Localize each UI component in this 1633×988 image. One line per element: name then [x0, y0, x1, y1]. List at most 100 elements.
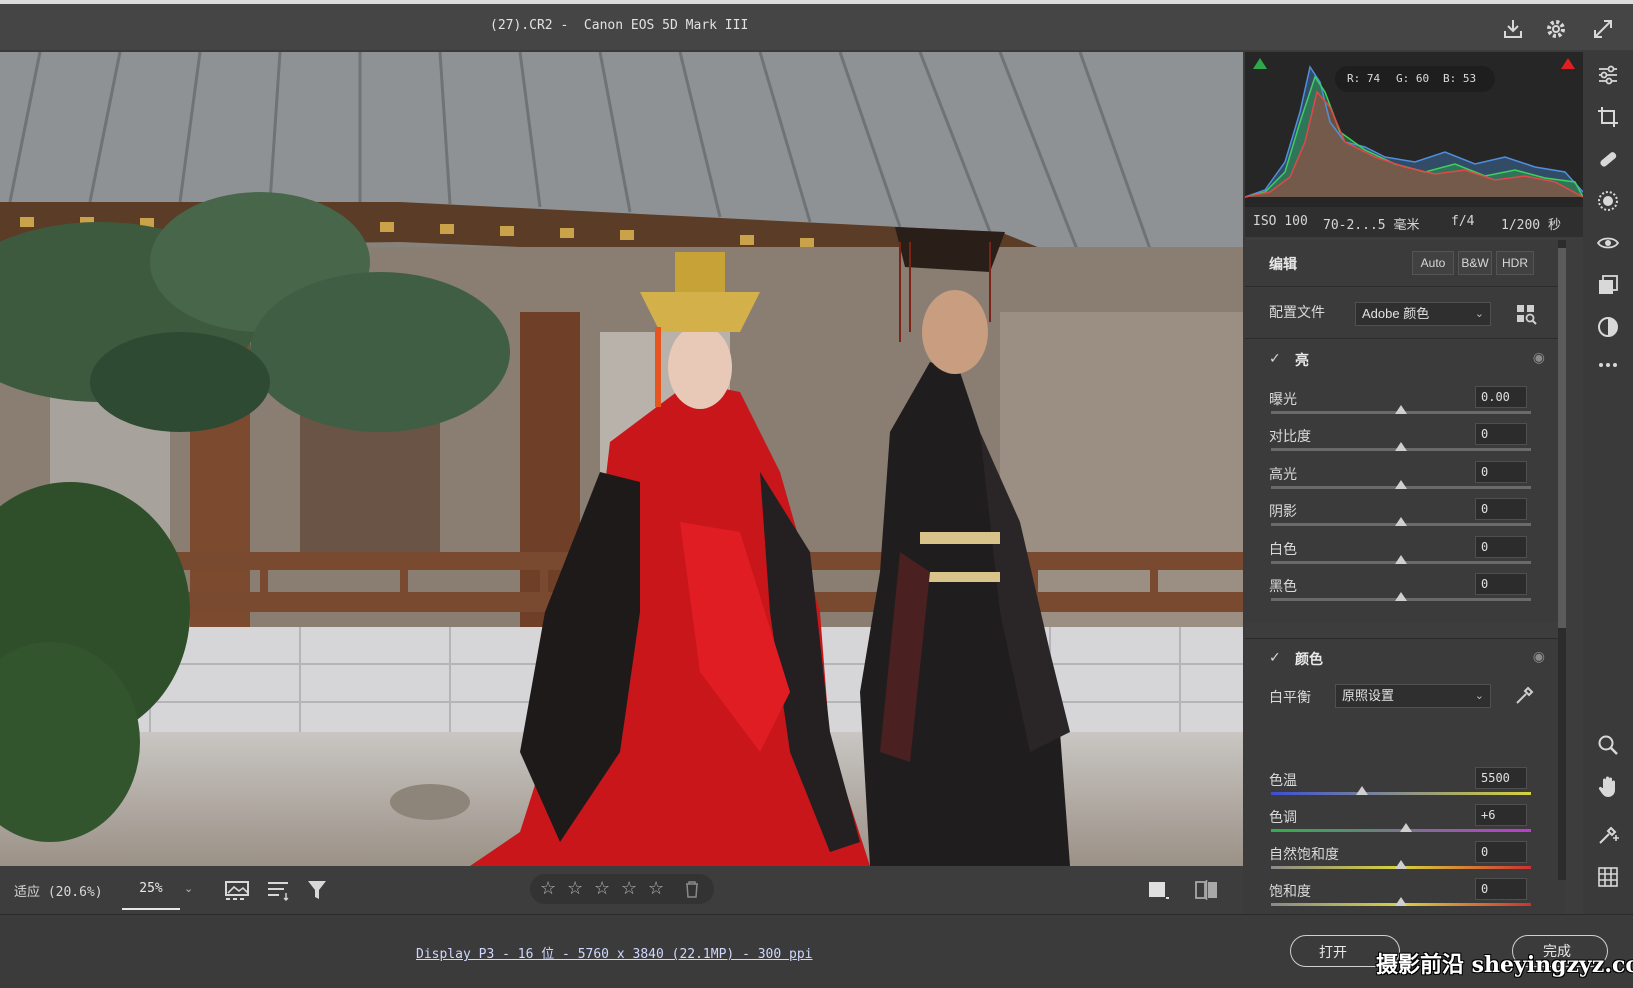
- slider-label: 高光: [1269, 466, 1297, 483]
- star-icon[interactable]: ☆: [540, 878, 556, 899]
- photo-image: [0, 52, 1243, 866]
- gear-icon[interactable]: [1543, 16, 1569, 42]
- rgb-r: R: 74: [1347, 72, 1381, 85]
- slider-label: 饱和度: [1269, 884, 1311, 900]
- slider-thumb[interactable]: [1395, 405, 1407, 414]
- masking-icon[interactable]: [1595, 188, 1621, 214]
- grid-icon[interactable]: [1595, 864, 1621, 890]
- camera-info: ISO 100 70-2...5 毫米 f/4 1/200 秒: [1245, 207, 1583, 237]
- photo-canvas[interactable]: [0, 52, 1243, 866]
- snapshots-icon[interactable]: [1595, 314, 1621, 340]
- slider-thumb[interactable]: [1395, 592, 1407, 601]
- slider-value-field[interactable]: 0: [1475, 423, 1527, 446]
- before-after-icon[interactable]: [1194, 878, 1220, 906]
- slider-value-field[interactable]: 0.00: [1475, 386, 1527, 408]
- slider-value-field[interactable]: 0: [1475, 573, 1527, 595]
- chevron-down-icon: ⌄: [1474, 308, 1484, 320]
- slider-label: 自然饱和度: [1269, 847, 1339, 863]
- slider-value-field[interactable]: 0: [1475, 841, 1527, 863]
- profile-label: 配置文件: [1269, 305, 1325, 321]
- profile-row: 配置文件 Adobe 颜色 ⌄: [1245, 288, 1565, 339]
- fit-view-label[interactable]: 适应 (20.6%): [14, 881, 103, 900]
- star-icon[interactable]: ☆: [594, 878, 610, 899]
- chevron-down-icon: ⌄: [1474, 690, 1484, 702]
- shadow-clip-warning-icon[interactable]: [1253, 58, 1267, 69]
- crop-icon[interactable]: [1595, 104, 1621, 130]
- slider-row: 色调 +6: [1245, 804, 1565, 844]
- rgb-b: B: 53: [1443, 72, 1477, 85]
- panel-scrollbar-thumb[interactable]: [1558, 248, 1566, 628]
- highlight-clip-warning-icon[interactable]: [1561, 58, 1575, 69]
- color-sampler-icon[interactable]: [1595, 822, 1621, 848]
- workflow-options-link[interactable]: Display P3 - 16 位 - 5760 x 3840 (22.1MP)…: [416, 943, 813, 962]
- light-section: ✓ 亮 ◉ 曝光 0.00 对比度 0 高光 0 阴影 0 白色 0 黑色 0: [1245, 340, 1565, 622]
- download-icon[interactable]: [1500, 16, 1526, 42]
- slider-row: 黑色 0: [1245, 573, 1565, 613]
- slider-thumb[interactable]: [1356, 786, 1368, 795]
- expand-icon[interactable]: [1590, 16, 1616, 42]
- lens: 70-2...5 毫米: [1323, 218, 1420, 233]
- white-balance-select[interactable]: 原照设置 ⌄: [1335, 684, 1491, 708]
- star-icon[interactable]: ☆: [648, 878, 664, 899]
- edit-title: 编辑: [1269, 257, 1297, 273]
- open-button-label: 打开: [1319, 945, 1347, 961]
- shutter: 1/200 秒: [1501, 218, 1561, 233]
- chevron-down-icon[interactable]: ⌄: [184, 882, 193, 895]
- zoom-icon[interactable]: [1595, 732, 1621, 758]
- slider-value-field[interactable]: 0: [1475, 498, 1527, 521]
- slider-label: 阴影: [1269, 504, 1297, 521]
- slider-value-field[interactable]: 0: [1475, 460, 1527, 483]
- slider-row: 自然饱和度 0: [1245, 841, 1565, 881]
- slider-thumb[interactable]: [1395, 442, 1407, 452]
- slider-label: 曝光: [1269, 392, 1297, 408]
- rating-stars: ☆ ☆ ☆ ☆ ☆: [530, 874, 714, 904]
- slider-row: 饱和度 0: [1245, 878, 1565, 918]
- slider-value-field[interactable]: 0: [1475, 535, 1527, 558]
- eye-icon[interactable]: ◉: [1533, 350, 1545, 366]
- zoom-level[interactable]: 25%: [122, 872, 180, 910]
- slider-thumb[interactable]: [1395, 860, 1407, 869]
- slider-thumb[interactable]: [1400, 823, 1413, 832]
- slider-thumb[interactable]: [1395, 517, 1407, 527]
- hand-icon[interactable]: [1595, 774, 1621, 800]
- slider-label: 白色: [1269, 541, 1297, 558]
- color-section-header[interactable]: ✓ 颜色 ◉: [1245, 639, 1565, 679]
- presets-icon[interactable]: [1595, 272, 1621, 298]
- healing-icon[interactable]: [1595, 146, 1621, 172]
- filmstrip-icon[interactable]: [224, 878, 252, 906]
- profile-select[interactable]: Adobe 颜色 ⌄: [1355, 302, 1491, 326]
- hdr-button[interactable]: HDR: [1496, 251, 1534, 275]
- profile-browser-icon[interactable]: [1515, 303, 1537, 329]
- slider-row: 阴影 0: [1245, 498, 1565, 538]
- watermark: 摄影前沿 sheyingzyz.com: [1376, 952, 1633, 978]
- red-eye-icon[interactable]: [1595, 230, 1621, 256]
- slider-thumb[interactable]: [1395, 554, 1407, 564]
- view-toolbar: 适应 (20.6%) 25% ⌄ ☆ ☆ ☆ ☆ ☆: [0, 866, 1243, 914]
- trash-icon[interactable]: [684, 880, 700, 902]
- panel-scrollbar[interactable]: [1558, 240, 1566, 880]
- slider-thumb[interactable]: [1395, 897, 1407, 906]
- star-icon[interactable]: ☆: [567, 878, 583, 899]
- edit-sliders-icon[interactable]: [1595, 62, 1621, 88]
- slider-thumb[interactable]: [1395, 479, 1407, 489]
- star-icon[interactable]: ☆: [621, 878, 637, 899]
- bw-button[interactable]: B&W: [1458, 251, 1492, 275]
- sort-icon[interactable]: [266, 878, 292, 906]
- filter-icon[interactable]: [306, 878, 332, 906]
- slider-track[interactable]: [1271, 792, 1531, 795]
- slider-value-field[interactable]: 5500: [1475, 767, 1527, 789]
- profile-value: Adobe 颜色: [1362, 306, 1430, 321]
- more-icon[interactable]: [1595, 352, 1621, 378]
- white-balance-value: 原照设置: [1342, 688, 1395, 703]
- auto-button[interactable]: Auto: [1412, 251, 1454, 275]
- slider-value-field[interactable]: 0: [1475, 878, 1527, 900]
- rgb-readout: R: 74 G: 60 B: 53: [1335, 66, 1495, 92]
- eye-icon[interactable]: ◉: [1533, 649, 1545, 665]
- chevron-down-icon: ✓: [1269, 351, 1281, 367]
- slider-value-field[interactable]: +6: [1475, 804, 1527, 826]
- tool-strip: [1583, 52, 1633, 914]
- eyedropper-icon[interactable]: [1513, 683, 1537, 711]
- light-section-header[interactable]: ✓ 亮 ◉: [1245, 340, 1565, 380]
- single-view-icon[interactable]: [1146, 878, 1170, 906]
- aperture: f/4: [1451, 214, 1475, 229]
